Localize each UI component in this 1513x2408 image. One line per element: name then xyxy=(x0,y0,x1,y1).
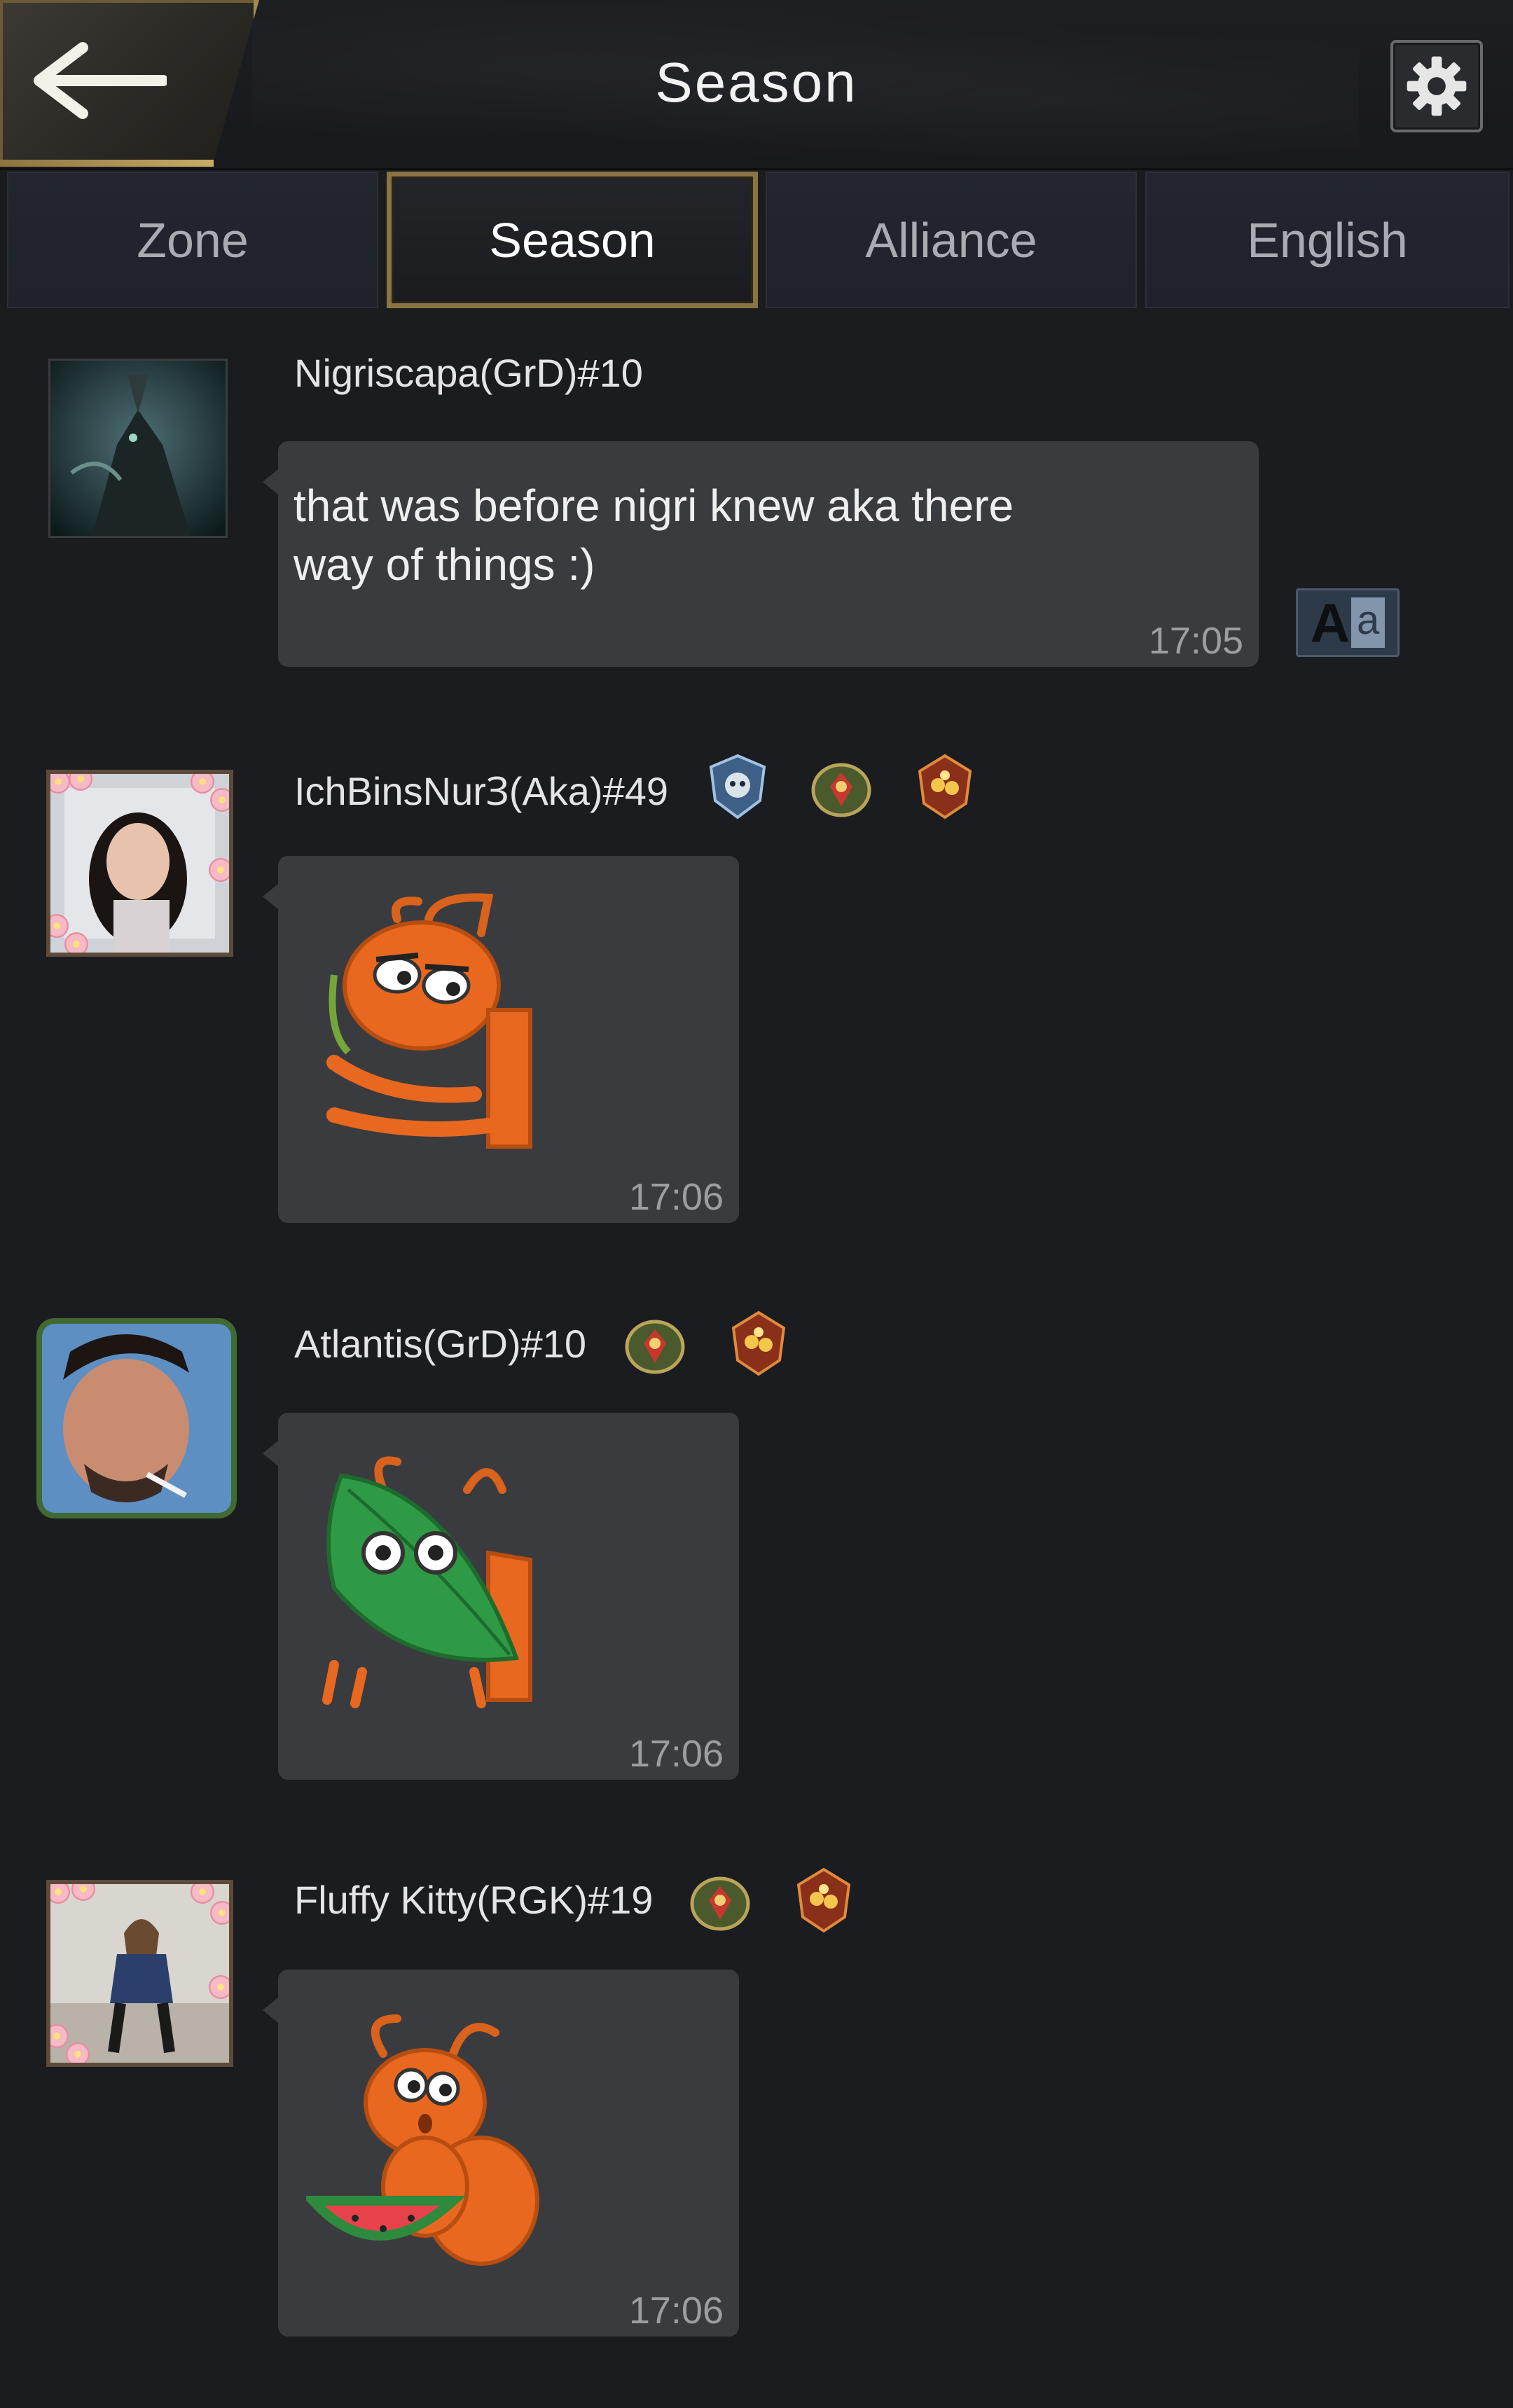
translate-button[interactable]: A a xyxy=(1296,588,1400,657)
badge-row xyxy=(703,752,980,822)
avatar[interactable] xyxy=(50,1884,229,2063)
username[interactable]: Nigriscapa(GrD)#10 xyxy=(294,350,643,396)
username[interactable]: IchBinsNurꞫ(Aka)#49 xyxy=(294,763,668,817)
man-portrait-avatar-image xyxy=(42,1324,231,1513)
channel-tabs: Zone Season Alliance English xyxy=(7,172,1513,312)
username[interactable]: Fluffy Kitty(RGK)#19 xyxy=(294,1877,653,1923)
timestamp: 17:06 xyxy=(628,2290,724,2332)
dark-knight-avatar-image xyxy=(50,361,226,536)
timestamp: 17:06 xyxy=(628,1176,724,1218)
translate-icon-small-a: a xyxy=(1351,597,1386,648)
top-bar: Season xyxy=(0,0,1513,170)
ant-holding-leaf-sticker xyxy=(322,1456,532,1708)
flame-shield-badge-icon xyxy=(731,1310,786,1376)
ant-with-leaf-stem-sticker xyxy=(326,893,532,1149)
flame-shield-badge-icon xyxy=(796,1867,851,1933)
skull-crest-badge-icon xyxy=(709,754,766,819)
tab-english[interactable]: English xyxy=(1145,172,1509,308)
message-bubble[interactable]: 17:06 xyxy=(263,856,739,1223)
badge-row xyxy=(685,1865,859,1935)
gear-icon xyxy=(1407,56,1467,116)
green-shield-badge-icon xyxy=(811,763,871,817)
timestamp: 17:05 xyxy=(1148,620,1243,662)
message-text: that was before nigri knew aka there way… xyxy=(293,480,1014,590)
username[interactable]: Atlantis(GrD)#10 xyxy=(294,1321,586,1366)
message-bubble[interactable]: 17:06 xyxy=(263,1970,739,2337)
tab-season[interactable]: Season xyxy=(387,172,758,308)
woman-full-body-avatar-image xyxy=(50,1884,229,2063)
settings-button[interactable] xyxy=(1390,40,1483,132)
page-title: Season xyxy=(655,51,858,113)
green-shield-badge-icon xyxy=(625,1320,685,1374)
ant-eating-watermelon-sticker xyxy=(306,2014,539,2266)
message-bubble[interactable]: 17:06 xyxy=(263,1413,739,1780)
green-shield-badge-icon xyxy=(690,1876,750,1931)
message-bubble[interactable]: that was before nigri knew aka there way… xyxy=(263,441,1259,667)
flame-shield-badge-icon xyxy=(918,754,972,819)
tab-alliance[interactable]: Alliance xyxy=(766,172,1137,308)
back-button-border xyxy=(0,160,214,167)
avatar[interactable] xyxy=(42,1324,231,1513)
badge-row xyxy=(620,1308,794,1378)
woman-portrait-avatar-image xyxy=(50,774,229,953)
avatar[interactable] xyxy=(50,774,229,953)
translate-icon-large-a: A xyxy=(1310,592,1350,653)
avatar[interactable] xyxy=(50,361,226,536)
timestamp: 17:06 xyxy=(628,1733,724,1775)
tab-zone[interactable]: Zone xyxy=(7,172,378,308)
